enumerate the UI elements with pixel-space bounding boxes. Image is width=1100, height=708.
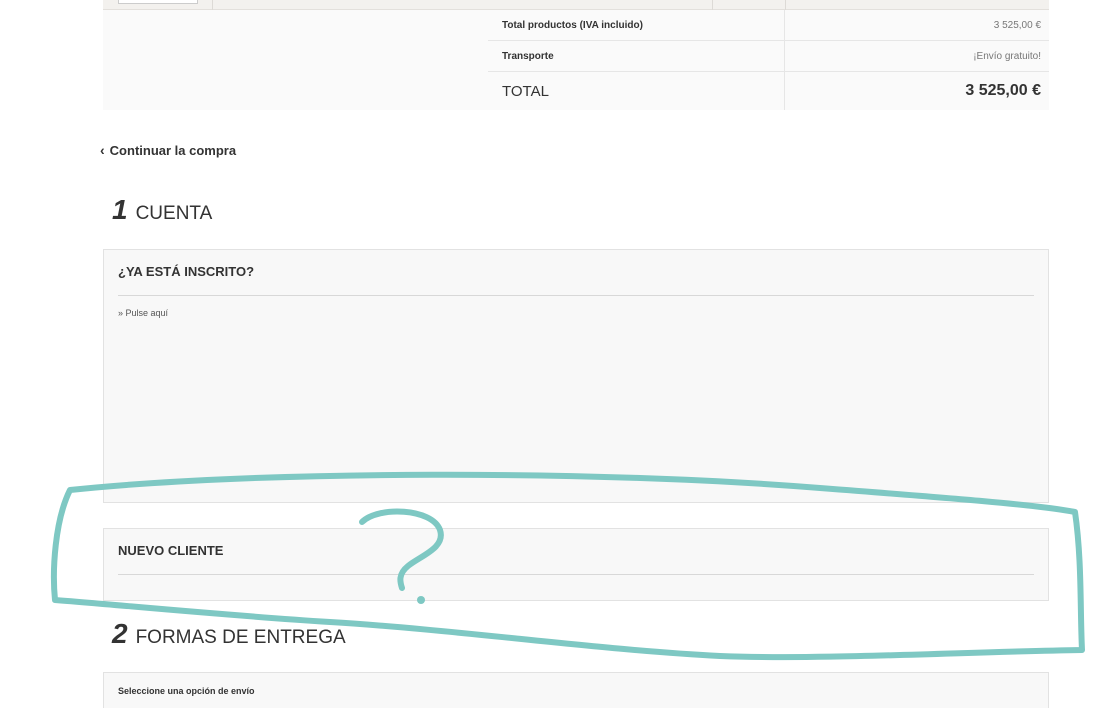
table-divider [212,0,213,10]
continue-shopping-label: Continuar la compra [109,142,237,158]
step-title: FORMAS DE ENTREGA [135,627,346,648]
summary-row-shipping: Transporte ¡Envío gratuito! [488,41,1049,72]
total-label: TOTAL [488,72,785,110]
chevron-left-icon: ‹ [100,142,105,158]
login-link[interactable]: » Pulse aquí [118,308,1034,318]
step-number: 1 [112,194,128,225]
step-number: 2 [112,618,128,649]
summary-row-total-products: Total productos (IVA incluido) 3 525,00 … [488,10,1049,41]
table-divider [712,0,713,10]
summary-spacer [103,10,488,110]
summary-row-total: TOTAL 3 525,00 € [488,72,1049,110]
quantity-input[interactable] [118,0,198,4]
shipping-options-heading: Seleccione una opción de envío [118,686,255,696]
total-products-value: 3 525,00 € [993,19,1041,31]
order-summary: Total productos (IVA incluido) 3 525,00 … [488,10,1049,110]
shipping-value: ¡Envío gratuito! [973,50,1041,62]
login-panel-heading: ¿YA ESTÁ INSCRITO? [118,250,1034,296]
cart-table-bottom-edge [103,0,1049,10]
shipping-options-panel: Seleccione una opción de envío [103,672,1049,708]
step-heading-account: 1 CUENTA [112,194,212,226]
total-products-label: Total productos (IVA incluido) [488,10,785,40]
step-title: CUENTA [135,203,213,224]
new-customer-panel: NUEVO CLIENTE [103,528,1049,601]
total-value: 3 525,00 € [965,82,1041,99]
continue-shopping-link[interactable]: ‹ Continuar la compra [100,142,236,158]
new-customer-heading[interactable]: NUEVO CLIENTE [118,529,1034,575]
step-heading-delivery: 2 FORMAS DE ENTREGA [112,618,346,650]
table-divider [785,0,786,10]
login-panel: ¿YA ESTÁ INSCRITO? » Pulse aquí [103,249,1049,503]
shipping-label: Transporte [488,41,785,71]
